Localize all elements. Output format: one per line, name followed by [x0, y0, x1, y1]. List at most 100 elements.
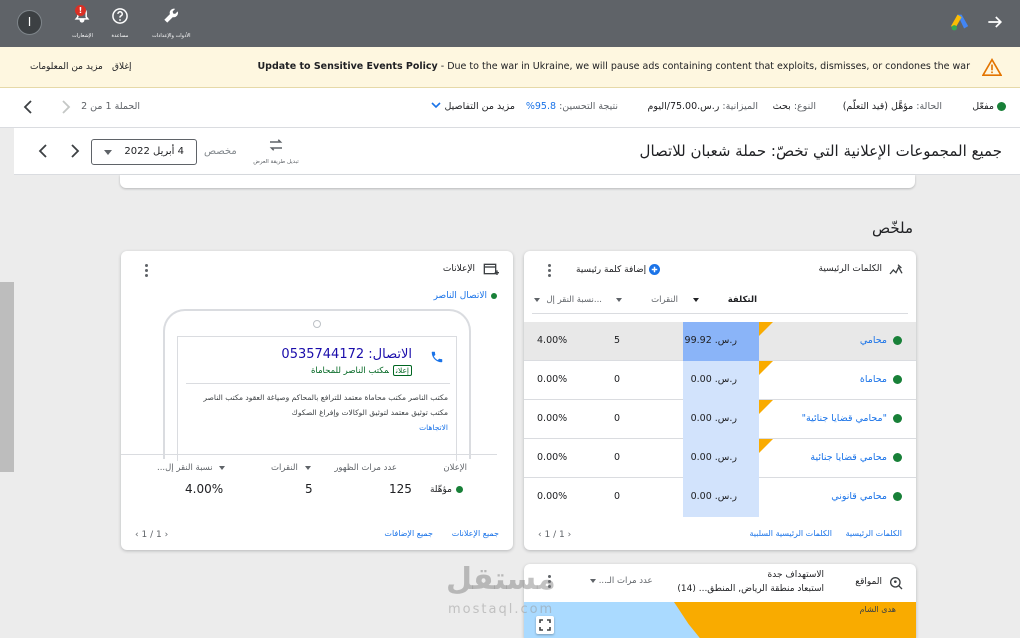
date-range-select[interactable]: 4 أبريل 2022 [91, 139, 197, 165]
ads-pager: ‹ 1 / 1 › [135, 530, 168, 540]
add-circle-icon [649, 264, 661, 275]
location-search-icon [890, 577, 903, 590]
keyword-clicks: 5 [614, 335, 621, 346]
chevron-left-icon[interactable] [22, 100, 34, 114]
negative-keywords-link[interactable]: الكلمات الرئيسية السلبية [749, 529, 832, 538]
metric-select-label: عدد مرات الـ... [598, 576, 653, 586]
tools-button[interactable]: الأدوات والإعدادات [152, 6, 191, 39]
keywords-title: الكلمات الرئيسية [818, 264, 882, 274]
keywords-icon [889, 264, 903, 275]
chevron-right-icon[interactable]: › [165, 530, 169, 540]
ad-desc-line1: مكتب الناصر مكتب محاماة معتمد للترافع با… [203, 393, 448, 402]
keyword-clicks: 0 [614, 413, 621, 424]
keyword-name[interactable]: "محامي قضايا جنائية" [802, 413, 902, 424]
ad-description: مكتب الناصر مكتب محاماة معتمد للترافع با… [186, 390, 448, 435]
keywords-pager: ‹ 1 / 1 › [538, 530, 571, 540]
help-button[interactable]: مساعدة [110, 6, 130, 39]
chevron-left-icon[interactable]: ‹ [538, 530, 542, 540]
custom-label: مخصص [204, 146, 237, 157]
more-vert-icon[interactable] [145, 264, 149, 279]
help-icon [112, 8, 128, 24]
column-cost[interactable]: التكلفة [689, 295, 757, 315]
state-value: مؤهَّل (قيد التعلّم) [842, 101, 914, 112]
alert-badge: ! [75, 5, 86, 16]
table-row[interactable]: محاماة ر.س.‏ 0.00 0 0.00% [524, 361, 916, 400]
status-dot-icon [997, 102, 1006, 111]
keywords-link[interactable]: الكلمات الرئيسية [846, 529, 902, 538]
keyword-name[interactable]: محامي قضايا جنائية [810, 452, 902, 463]
optimization-score[interactable]: نتيجة التحسين: 95.8% [526, 101, 618, 112]
keyword-cost: ر.س.‏ 0.00 [683, 361, 759, 400]
column-ctr[interactable]: نسبة النقر إل... [532, 295, 602, 315]
caret-down-icon [616, 297, 623, 302]
table-row[interactable]: محامي قضايا جنائية ر.س.‏ 0.00 0 0.00% [524, 439, 916, 478]
phone-icon [431, 351, 443, 363]
keyword-cost: ر.س.‏ 0.00 [683, 478, 759, 517]
switch-view-button[interactable]: تبديل طريقة العرض [249, 136, 303, 165]
type-value: بحث [772, 101, 791, 112]
campaign-status[interactable]: مفعّل [972, 101, 1006, 112]
keyword-name[interactable]: محامي قانوني [831, 491, 902, 502]
flag-triangle-icon [759, 439, 773, 453]
keyword-cost: ر.س.‏ 99.92 [683, 322, 759, 361]
all-ads-link[interactable]: جميع الإعلانات [452, 529, 499, 538]
keyword-clicks: 0 [614, 452, 621, 463]
account-avatar[interactable]: I [17, 10, 42, 35]
table-row[interactable]: محامي قانوني ر.س.‏ 0.00 0 0.00% [524, 478, 916, 517]
keyword-cost: ر.س.‏ 0.00 [683, 400, 759, 439]
arrow-right-icon[interactable] [985, 12, 1005, 32]
keyword-ctr: 0.00% [537, 374, 568, 385]
status-dot-icon [456, 486, 463, 493]
close-link[interactable]: إغلاق [112, 62, 132, 72]
all-extensions-link[interactable]: جميع الإضافات [384, 529, 433, 538]
flag-triangle-icon [759, 400, 773, 414]
directions-link[interactable]: الاتجاهات [186, 420, 448, 435]
add-keyword-button[interactable]: إضافة كلمة رئيسية [576, 264, 661, 275]
chevron-left-icon[interactable] [36, 144, 50, 158]
chevron-left-icon[interactable]: ‹ [135, 530, 139, 540]
exclusion-count: (14) [677, 584, 696, 594]
locations-card: المواقع الاستهداف جدة استبعاد منطقة الري… [524, 564, 916, 638]
chevron-right-icon[interactable] [68, 144, 82, 158]
keyword-clicks: 0 [614, 491, 621, 502]
google-ads-logo-icon [951, 14, 969, 31]
locations-map[interactable]: هدى الشام [524, 602, 916, 638]
keyword-name[interactable]: محاماة [860, 374, 902, 385]
chevron-right-icon[interactable]: › [568, 530, 572, 540]
chevron-right-disabled-icon[interactable] [60, 100, 72, 114]
page-header: جميع المجموعات الإعلانية التي تخصّ: حملة… [14, 128, 1020, 175]
table-row[interactable]: محامي ر.س.‏ 99.92 5 4.00% [524, 322, 916, 361]
page-title: جميع المجموعات الإعلانية التي تخصّ: حملة… [639, 142, 1002, 160]
ad-preview-phone: الاتصال: 0535744172 إعلانمكتب الناصر للم… [163, 309, 471, 461]
keyword-name[interactable]: محامي [860, 335, 902, 346]
ad-desc-line2: مكتب توثيق معتمد لتوثيق الوكالات وإفراغ … [291, 408, 448, 417]
sidebar-scrollbar[interactable] [0, 282, 14, 472]
metric-select[interactable]: عدد مرات الـ... [590, 576, 653, 586]
more-vert-icon[interactable] [548, 264, 552, 279]
ad-add-icon [483, 263, 499, 275]
wrench-icon [164, 8, 179, 23]
column-ctr-label: نسبة النقر إل... [546, 295, 602, 305]
keyword-ctr: 0.00% [537, 413, 568, 424]
ad-tag: إعلان [392, 365, 412, 376]
fullscreen-button[interactable] [536, 616, 554, 634]
stat-impressions-label: عدد مرات الظهور [334, 463, 397, 473]
campaign-budget: الميزانية: ر.س.‏75.00/اليوم [648, 101, 758, 112]
call-label: الاتصال: [368, 347, 412, 362]
column-clicks[interactable]: النقرات [612, 295, 678, 315]
table-row[interactable]: "محامي قضايا جنائية" ر.س.‏ 0.00 0 0.00% [524, 400, 916, 439]
exclusion-label: استبعاد منطقة الرياض, المنطق... [698, 584, 824, 594]
ad-name[interactable]: الاتصال الناصر [434, 291, 497, 301]
caret-down-icon [533, 297, 540, 302]
status-dot-icon [893, 453, 902, 462]
advertiser-name: مكتب الناصر للمحاماة [310, 366, 389, 376]
status-dot-icon [491, 292, 497, 299]
more-details-link[interactable]: مزيد من التفاصيل [431, 101, 515, 112]
swap-arrows-icon [269, 139, 283, 151]
stat-ctr-label[interactable]: نسبة النقر إل... [157, 463, 226, 473]
previous-card [120, 175, 915, 188]
ad-divider [186, 383, 450, 384]
stat-clicks-label[interactable]: النقرات [271, 463, 311, 473]
flag-triangle-icon [759, 322, 773, 336]
more-info-link[interactable]: مزيد من المعلومات [30, 62, 103, 72]
